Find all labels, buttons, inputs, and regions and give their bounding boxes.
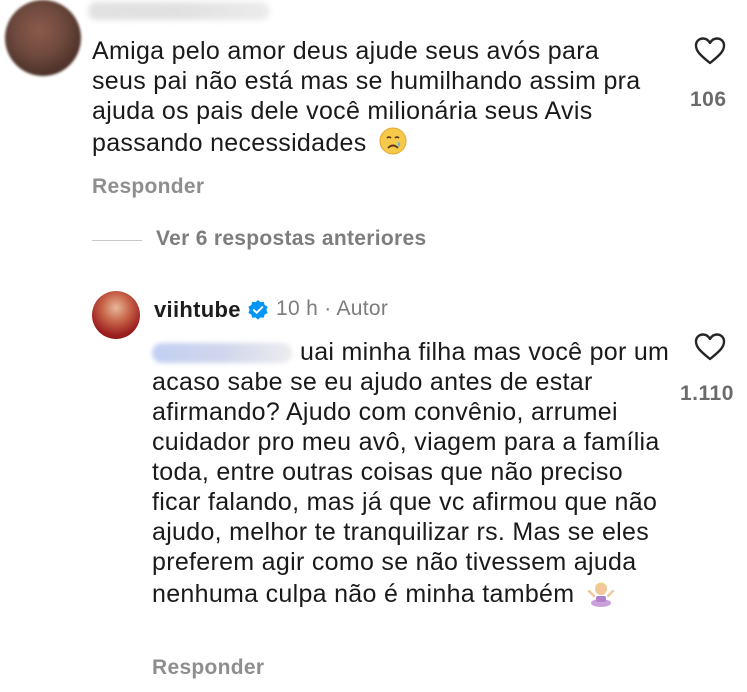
reply-button[interactable]: Responder <box>152 656 264 680</box>
comment-text: Amiga pelo amor deus ajude seus avós par… <box>92 37 641 158</box>
reply-button[interactable]: Responder <box>92 175 204 199</box>
author-avatar[interactable] <box>92 291 140 339</box>
author-username[interactable]: viihtube <box>154 297 241 323</box>
reply-body: uai minha filha mas você por um acaso sa… <box>152 337 672 614</box>
comment-body: Amiga pelo amor deus ajude seus avós par… <box>92 36 652 163</box>
commenter-username-blurred[interactable] <box>88 2 270 20</box>
person-shrugging-icon <box>586 577 616 614</box>
view-previous-replies-button[interactable]: Ver 6 respostas anteriores <box>156 227 426 251</box>
like-heart-icon[interactable] <box>694 332 726 362</box>
reply-text: uai minha filha mas você por um acaso sa… <box>152 338 670 609</box>
commenter-avatar[interactable] <box>5 0 81 76</box>
like-heart-icon[interactable] <box>694 36 726 66</box>
verified-badge-icon <box>247 299 269 321</box>
crying-face-icon <box>378 126 408 163</box>
like-count: 106 <box>690 88 727 111</box>
mention-blurred[interactable] <box>152 343 292 364</box>
replies-divider <box>92 240 142 241</box>
comment-meta: 10 h · Autor <box>276 297 389 320</box>
like-count: 1.110 <box>680 382 734 405</box>
